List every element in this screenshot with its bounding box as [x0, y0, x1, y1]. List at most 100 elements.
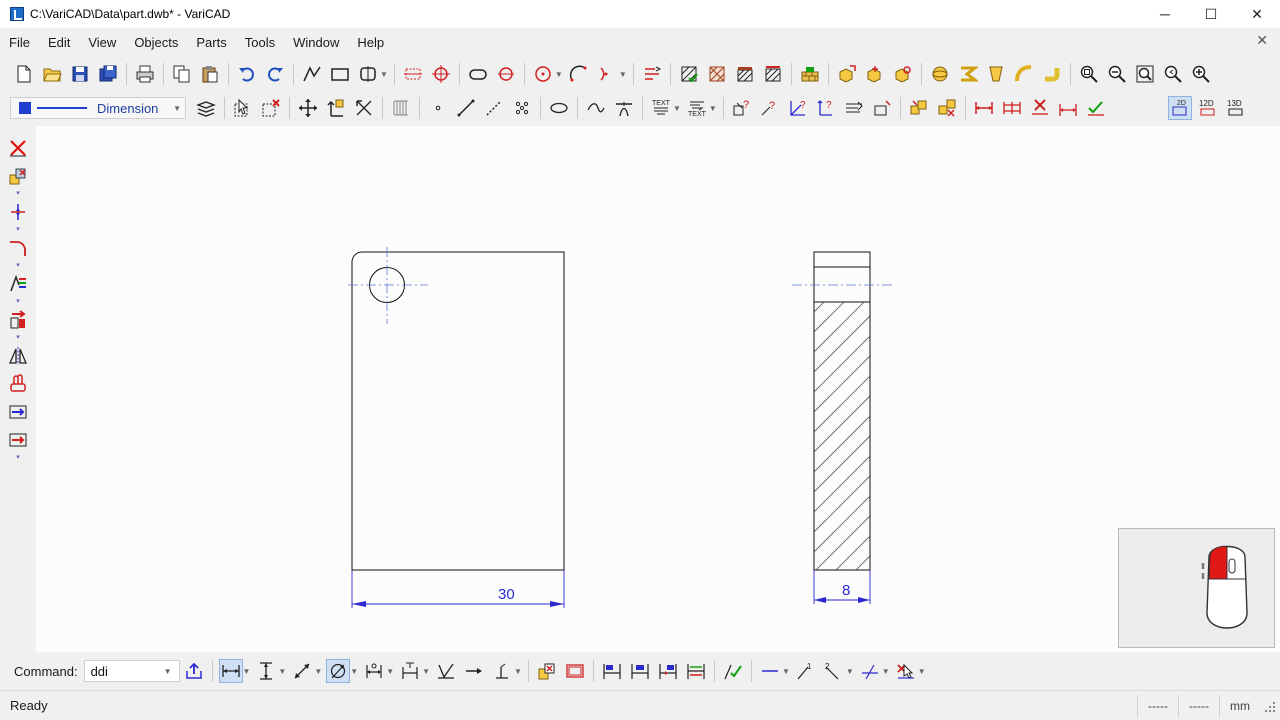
zoom-window-icon[interactable] — [1077, 62, 1101, 86]
command-export-icon[interactable] — [182, 659, 206, 683]
menu-view[interactable]: View — [79, 35, 125, 50]
leader-icon[interactable] — [490, 659, 514, 683]
center-icon[interactable] — [494, 62, 518, 86]
hatch-edit-icon[interactable] — [733, 62, 757, 86]
hatch-icon[interactable] — [677, 62, 701, 86]
wall-icon[interactable] — [798, 62, 822, 86]
dim-vertical-icon[interactable] — [254, 659, 278, 683]
symmetric-icon[interactable] — [356, 62, 380, 86]
dim-chain-dropdown-icon[interactable]: ▼ — [422, 667, 430, 676]
move-arrow-icon[interactable] — [6, 308, 30, 332]
delete-dim-dropdown-icon[interactable]: ▼ — [918, 667, 926, 676]
menu-parts[interactable]: Parts — [187, 35, 235, 50]
group-icon[interactable] — [907, 96, 931, 120]
slope-dropdown-icon[interactable]: ▼ — [846, 667, 854, 676]
mirror-icon[interactable] — [6, 344, 30, 368]
arrow-icon[interactable] — [462, 659, 486, 683]
menu-file[interactable]: File — [0, 35, 39, 50]
redo-icon[interactable] — [263, 62, 287, 86]
dim-split-icon[interactable] — [656, 659, 680, 683]
rectangle-icon[interactable] — [328, 62, 352, 86]
delete-icon[interactable] — [6, 136, 30, 160]
ellipse-icon[interactable] — [547, 96, 571, 120]
solid-sweep-icon[interactable] — [956, 62, 980, 86]
dim-horizontal-dropdown-icon[interactable]: ▼ — [243, 667, 251, 676]
hatch-pattern-icon[interactable] — [705, 62, 729, 86]
solid-loft-icon[interactable] — [984, 62, 1008, 86]
transform-icon[interactable] — [324, 96, 348, 120]
block-insert-icon[interactable] — [835, 62, 859, 86]
dim-center-icon[interactable] — [628, 659, 652, 683]
zoom-out-icon[interactable] — [1105, 62, 1129, 86]
line-type-dropdown-icon[interactable]: ▼ — [782, 667, 790, 676]
frame-insert-icon[interactable] — [563, 659, 587, 683]
paste-icon[interactable] — [198, 62, 222, 86]
menu-edit[interactable]: Edit — [39, 35, 79, 50]
dim-baseline-icon[interactable] — [362, 659, 386, 683]
status-units[interactable]: mm — [1219, 695, 1260, 717]
dimension-chain-icon[interactable] — [1000, 96, 1024, 120]
ungroup-icon[interactable] — [935, 96, 959, 120]
properties-icon[interactable] — [6, 272, 30, 296]
solid-sphere-icon[interactable] — [928, 62, 952, 86]
curve-icon[interactable] — [584, 96, 608, 120]
zoom-fit-icon[interactable] — [1133, 62, 1157, 86]
menu-objects[interactable]: Objects — [125, 35, 187, 50]
slope-2-icon[interactable]: 2 — [822, 659, 846, 683]
solid-pipe-icon[interactable] — [1040, 62, 1064, 86]
dimension-width[interactable] — [351, 570, 565, 608]
dim-edit-icon[interactable] — [684, 659, 708, 683]
delete-dim-icon[interactable] — [894, 659, 918, 683]
polyline-icon[interactable] — [300, 62, 324, 86]
move-icon[interactable] — [296, 96, 320, 120]
checkmark-icon[interactable] — [1084, 96, 1108, 120]
dim-radius-icon[interactable] — [326, 659, 351, 683]
tolerance-icon[interactable] — [434, 659, 458, 683]
dimension-delete-icon[interactable] — [1028, 96, 1052, 120]
drawing-canvas[interactable]: 30 8 — [36, 126, 1280, 652]
text-icon[interactable]: TEXT — [649, 96, 673, 120]
snap-icon[interactable] — [429, 62, 453, 86]
document-close-icon[interactable]: ✕ — [1256, 32, 1268, 49]
solid-bend-icon[interactable] — [1012, 62, 1036, 86]
circle-dropdown-icon[interactable]: ▼ — [555, 70, 563, 79]
line-type-icon[interactable] — [758, 659, 782, 683]
grid-icon[interactable] — [401, 62, 425, 86]
dim-left-icon[interactable] — [600, 659, 624, 683]
symmetric-dropdown-icon[interactable]: ▼ — [380, 70, 388, 79]
frame-icon[interactable] — [870, 96, 894, 120]
minimize-button[interactable]: ─ — [1142, 0, 1188, 28]
copy-icon[interactable] — [170, 62, 194, 86]
stretch-icon[interactable] — [6, 372, 30, 396]
layers-icon[interactable] — [194, 96, 218, 120]
text-edit-icon[interactable]: TEXT — [685, 96, 709, 120]
command-history-chevron-icon[interactable]: ▼ — [164, 667, 172, 676]
query-icon[interactable]: ? — [730, 96, 754, 120]
dim-vertical-dropdown-icon[interactable]: ▼ — [278, 667, 286, 676]
line-icon[interactable] — [454, 96, 478, 120]
query-area-icon[interactable] — [842, 96, 866, 120]
fillet-icon[interactable] — [6, 236, 30, 260]
save-icon[interactable] — [68, 62, 92, 86]
open-file-icon[interactable] — [40, 62, 64, 86]
scale-icon[interactable] — [352, 96, 376, 120]
hatch-grid-icon[interactable] — [389, 96, 413, 120]
explode-icon[interactable] — [6, 428, 30, 452]
zoom-previous-icon[interactable] — [1161, 62, 1185, 86]
query-point-icon[interactable]: ? — [758, 96, 782, 120]
dim-aligned-dropdown-icon[interactable]: ▼ — [314, 667, 322, 676]
select-icon[interactable] — [231, 96, 255, 120]
slope-1-icon[interactable]: 1 — [794, 659, 818, 683]
print-icon[interactable] — [133, 62, 157, 86]
trim-extend-icon[interactable] — [6, 200, 30, 224]
dim-aligned-icon[interactable] — [290, 659, 314, 683]
delete-select-icon[interactable] — [259, 96, 283, 120]
close-button[interactable]: ✕ — [1234, 0, 1280, 28]
leader-dropdown-icon[interactable]: ▼ — [514, 667, 522, 676]
view-13d-icon[interactable]: 13D — [1224, 96, 1248, 120]
resize-grip-icon[interactable] — [1260, 698, 1276, 714]
slot-icon[interactable] — [466, 62, 490, 86]
dim-chain-icon[interactable] — [398, 659, 422, 683]
query-angle-icon[interactable]: ? — [786, 96, 810, 120]
line-style-select[interactable]: Dimension ▼ — [10, 97, 186, 119]
